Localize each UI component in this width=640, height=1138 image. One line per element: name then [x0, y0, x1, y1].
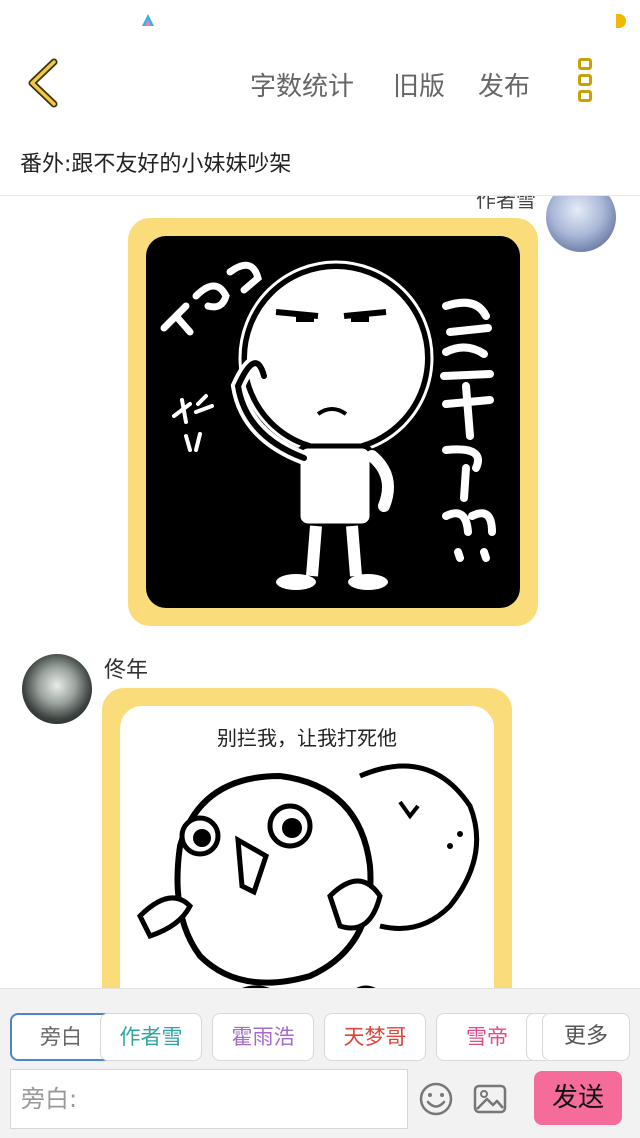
chat-area[interactable]: 作者雪 佟年 别拦我，让我打死他	[0, 196, 640, 988]
app-notification-icon	[142, 14, 154, 26]
battery-icon	[616, 14, 626, 28]
character-chip-label: 天梦哥	[343, 1025, 407, 1049]
avatar[interactable]	[546, 196, 616, 252]
sender-name: 佟年	[104, 658, 149, 683]
sender-name: 作者雪	[476, 196, 536, 212]
character-chip-tianmeng[interactable]: 天梦哥	[324, 1013, 426, 1061]
character-chip-huo-yuhao[interactable]: 霍雨浩	[212, 1013, 314, 1061]
more-menu-icon[interactable]	[578, 58, 600, 108]
stick-figure-meme-drawing	[160, 260, 496, 590]
message-bubble[interactable]: 别拦我，让我打死他	[102, 688, 512, 988]
status-bar	[0, 0, 640, 44]
character-chip-xuedi[interactable]: 雪帝	[436, 1013, 538, 1061]
more-characters-button[interactable]: 更多	[542, 1013, 630, 1061]
character-chip-label: 旁白	[40, 1025, 82, 1049]
emoji-icon[interactable]	[418, 1081, 454, 1117]
character-chip-narrator[interactable]: 旁白	[10, 1013, 112, 1061]
character-chip-label: 霍雨浩	[231, 1025, 295, 1049]
back-chevron-icon[interactable]	[22, 58, 66, 108]
message-input[interactable]: 旁白:	[10, 1069, 408, 1129]
meme-image	[146, 236, 520, 608]
word-count-button[interactable]: 字数统计	[250, 66, 354, 103]
character-chip-label: 雪帝	[466, 1025, 508, 1049]
meme-caption: 别拦我，让我打死他	[217, 726, 397, 750]
character-chip-author[interactable]: 作者雪	[100, 1013, 202, 1061]
publish-button[interactable]: 发布	[478, 66, 530, 103]
character-chip-label: 作者雪	[119, 1025, 183, 1049]
send-button[interactable]: 发送	[534, 1071, 622, 1125]
top-bar: 字数统计 旧版 发布	[0, 44, 640, 124]
old-version-button[interactable]: 旧版	[393, 66, 445, 103]
chat-editor-screen: 字数统计 旧版 发布 番外:跟不友好的小妹妹吵架 作者雪 佟年 别拦我，让我打死…	[0, 0, 640, 1138]
message-bubble[interactable]	[128, 218, 538, 626]
avatar[interactable]	[22, 654, 92, 724]
meme-image: 别拦我，让我打死他	[120, 706, 494, 988]
chapter-title: 番外:跟不友好的小妹妹吵架	[20, 152, 292, 177]
input-panel: 旁白 作者雪 霍雨浩 天梦哥 雪帝 更多 旁白: 发送	[0, 988, 640, 1138]
image-icon[interactable]	[472, 1081, 508, 1117]
